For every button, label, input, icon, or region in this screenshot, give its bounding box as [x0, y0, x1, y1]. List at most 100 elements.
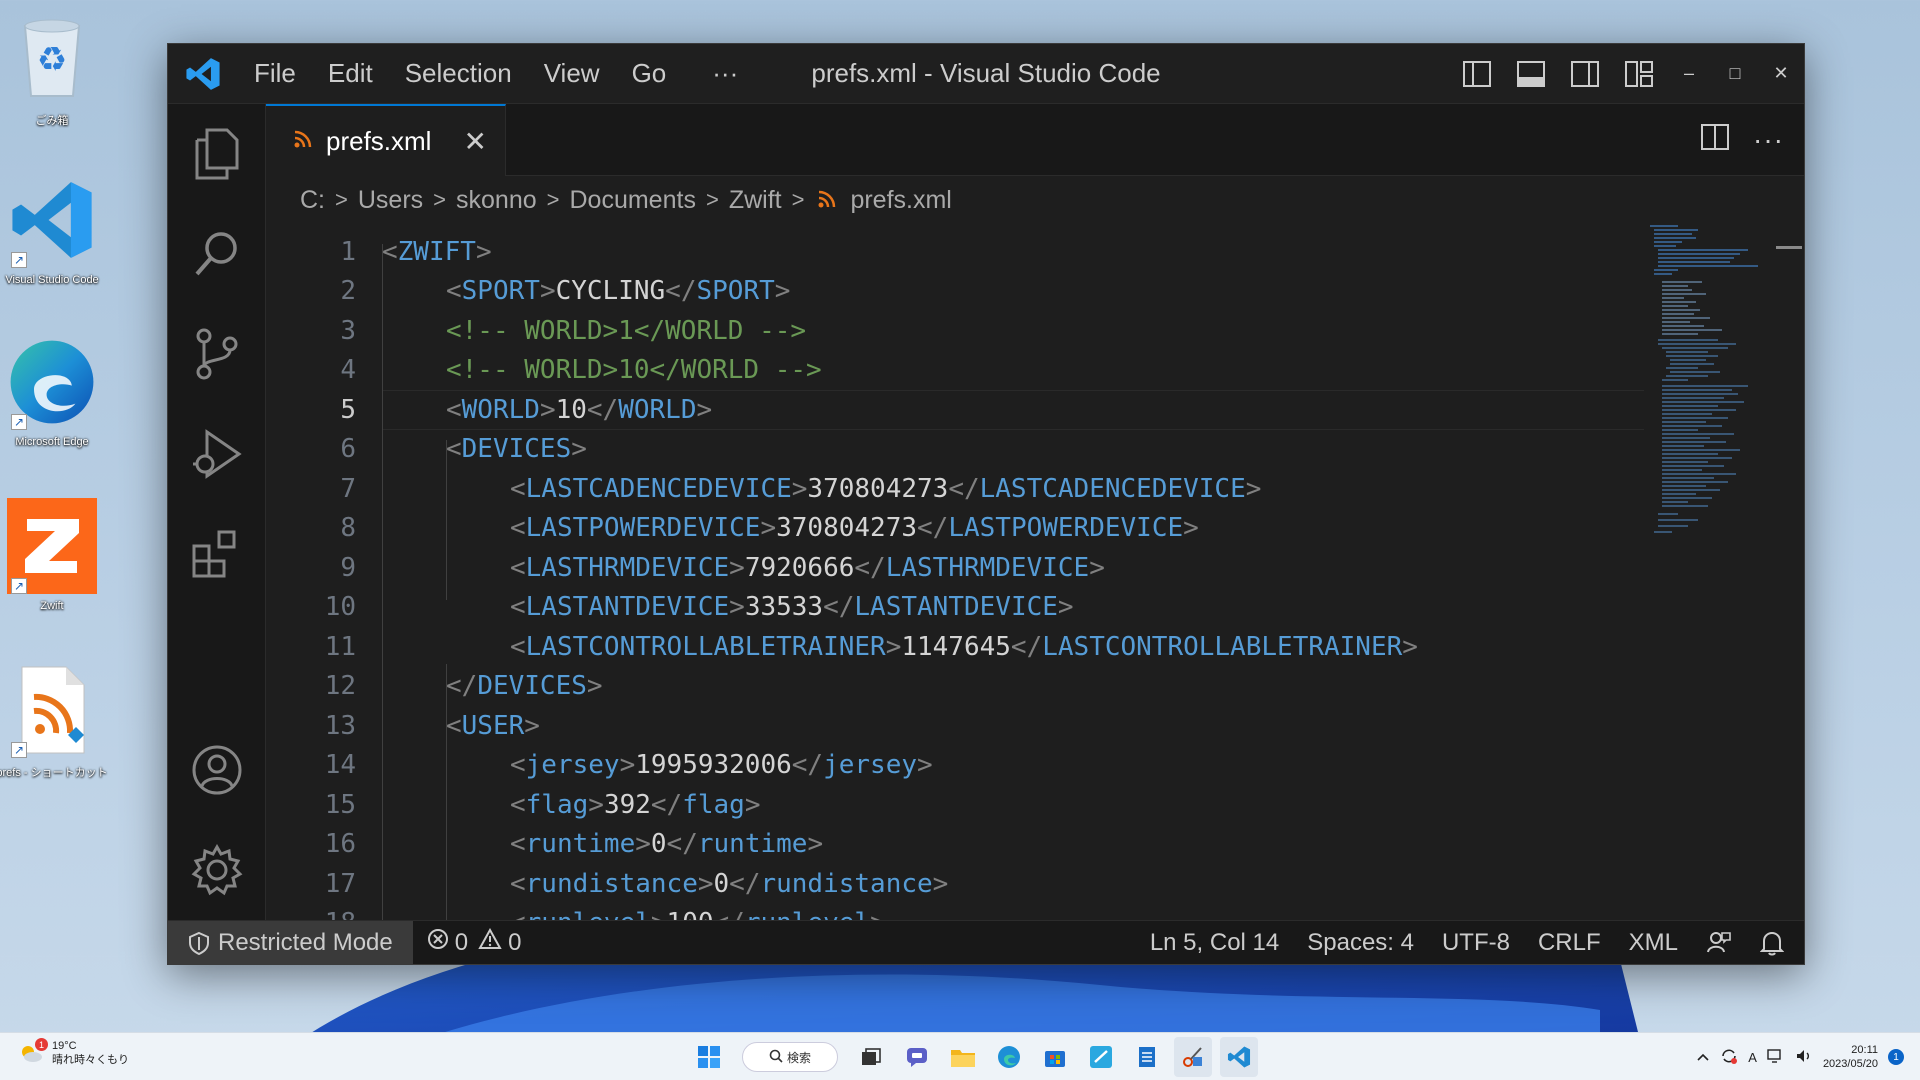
- start-button[interactable]: [690, 1037, 728, 1077]
- clock[interactable]: 20:11 2023/05/20: [1823, 1043, 1878, 1071]
- menu-selection[interactable]: Selection: [389, 58, 528, 89]
- sync-icon[interactable]: [1720, 1047, 1738, 1068]
- line-number: 15: [324, 789, 356, 820]
- code-line[interactable]: 14 <jersey>1995932006</jersey>: [266, 746, 1804, 785]
- edge-taskbar-icon[interactable]: [990, 1037, 1028, 1077]
- error-icon: [427, 928, 449, 957]
- desktop-icon-label: prefs - ショートカット: [0, 767, 108, 779]
- snipping-tool-icon[interactable]: [1174, 1037, 1212, 1077]
- code-line[interactable]: 15 <flag>392</flag>: [266, 785, 1804, 824]
- menu-more[interactable]: ···: [682, 58, 754, 89]
- xml-punctuation: >: [774, 276, 791, 306]
- feedback-icon[interactable]: [1692, 930, 1746, 956]
- code-line[interactable]: 8 <LASTPOWERDEVICE>370804273</LASTPOWERDE…: [266, 509, 1804, 548]
- code-line[interactable]: 6 <DEVICES>: [266, 430, 1804, 469]
- vscode-taskbar-icon[interactable]: [1220, 1037, 1258, 1077]
- code-line[interactable]: 16 <runtime>0</runtime>: [266, 825, 1804, 864]
- network-icon[interactable]: [1767, 1048, 1785, 1067]
- code-line[interactable]: 1 <ZWIFT>: [266, 232, 1804, 271]
- xml-punctuation: >: [539, 276, 556, 306]
- clock-time: 20:11: [1851, 1044, 1878, 1056]
- more-actions-icon[interactable]: ···: [1753, 124, 1784, 156]
- extensions-icon[interactable]: [168, 504, 266, 604]
- ime-indicator[interactable]: A: [1748, 1050, 1757, 1065]
- xml-punctuation: <: [510, 868, 526, 899]
- taskbar-search[interactable]: 検索: [742, 1042, 838, 1072]
- xml-punctuation: >: [588, 789, 604, 820]
- chevron-up-icon[interactable]: [1696, 1050, 1710, 1065]
- file-encoding[interactable]: UTF-8: [1428, 929, 1524, 957]
- xml-punctuation: >: [1245, 473, 1262, 504]
- code-line[interactable]: 2 <SPORT>CYCLING</SPORT>: [266, 272, 1804, 311]
- explorer-icon[interactable]: [168, 104, 266, 204]
- code-line[interactable]: 18<runlevel>100</runlevel>: [266, 904, 1804, 920]
- menu-file[interactable]: File: [238, 58, 312, 89]
- end-of-line[interactable]: CRLF: [1524, 929, 1615, 957]
- breadcrumb-item[interactable]: skonno: [456, 186, 537, 215]
- indentation-setting[interactable]: Spaces: 4: [1293, 929, 1428, 957]
- source-control-icon[interactable]: [168, 304, 266, 404]
- accounts-icon[interactable]: [168, 720, 266, 820]
- code-line[interactable]: 17 <rundistance>0</rundistance>: [266, 864, 1804, 903]
- code-editor[interactable]: 1 <ZWIFT> 2 <SPORT>CYCLING</SPORT> 3 <!-- WOR…: [266, 224, 1804, 920]
- restricted-mode-indicator[interactable]: Restricted Mode: [168, 920, 413, 964]
- code-line[interactable]: 5 <WORLD>10</WORLD>: [266, 390, 1804, 429]
- file-explorer-icon[interactable]: [944, 1037, 982, 1077]
- breadcrumb-item[interactable]: Zwift: [729, 186, 782, 215]
- notepad-icon[interactable]: [1128, 1037, 1166, 1077]
- close-button[interactable]: ✕: [1758, 44, 1804, 104]
- settings-gear-icon[interactable]: [168, 820, 266, 920]
- code-line[interactable]: 11 <LASTCONTROLLABLETRAINER>1147645</LAST…: [266, 627, 1804, 666]
- xml-punctuation: >: [697, 868, 714, 899]
- code-line[interactable]: 4 <!-- WORLD>10</WORLD -->: [266, 351, 1804, 390]
- breadcrumb-item[interactable]: C:: [300, 186, 325, 215]
- desktop-icon-vscode[interactable]: ↗ Visual Studio Code: [0, 170, 104, 286]
- code-text: <runlevel>100</runlevel>: [510, 908, 886, 920]
- menu-view[interactable]: View: [528, 58, 616, 89]
- menu-edit[interactable]: Edit: [312, 58, 389, 89]
- minimize-button[interactable]: –: [1666, 44, 1712, 104]
- line-number: 7: [340, 473, 356, 504]
- code-line[interactable]: 13 <USER>: [266, 706, 1804, 745]
- desktop-icon-prefs-shortcut[interactable]: ↗ prefs - ショートカット: [0, 660, 108, 780]
- xml-punctuation: >: [586, 671, 603, 701]
- toggle-secondary-sidebar-icon[interactable]: [1558, 44, 1612, 104]
- desktop-icon-zwift[interactable]: ↗ Zwift: [0, 496, 104, 612]
- xml-value: 10: [555, 394, 587, 425]
- code-line[interactable]: 7 <LASTCADENCEDEVICE>370804273</LASTCADEN…: [266, 469, 1804, 508]
- xml-comment: <!-- WORLD>1</WORLD -->: [446, 315, 807, 346]
- notifications-bell-icon[interactable]: [1746, 930, 1804, 956]
- code-line[interactable]: 3 <!-- WORLD>1</WORLD -->: [266, 311, 1804, 350]
- breadcrumb-item[interactable]: prefs.xml: [850, 186, 951, 215]
- problems-indicator[interactable]: 0 0: [413, 927, 536, 957]
- cursor-position[interactable]: Ln 5, Col 14: [1136, 929, 1293, 957]
- xml-punctuation: >: [635, 829, 651, 859]
- tab-close-icon[interactable]: ✕: [463, 125, 486, 158]
- split-editor-icon[interactable]: [1701, 124, 1730, 155]
- toggle-primary-sidebar-icon[interactable]: [1450, 44, 1504, 104]
- store-icon[interactable]: [1036, 1037, 1074, 1077]
- zwift-launcher-icon[interactable]: [1082, 1037, 1120, 1077]
- search-icon[interactable]: [168, 204, 266, 304]
- desktop-icon-recycle-bin[interactable]: ♻ ごみ箱: [0, 8, 104, 128]
- breadcrumb-item[interactable]: Documents: [570, 186, 696, 215]
- tab-prefs-xml[interactable]: prefs.xml ✕: [266, 104, 506, 176]
- volume-icon[interactable]: [1795, 1048, 1813, 1067]
- customize-layout-icon[interactable]: [1612, 44, 1666, 104]
- chat-icon[interactable]: [898, 1037, 936, 1077]
- code-text: <SPORT>CYCLING</SPORT>: [446, 276, 790, 306]
- code-line[interactable]: 12 </DEVICES>: [266, 667, 1804, 706]
- line-number: 10: [324, 592, 356, 622]
- code-line[interactable]: 9 <LASTHRMDEVICE>7920666</LASTHRMDEVICE>: [266, 548, 1804, 587]
- weather-widget[interactable]: 1 19°C 晴れ時々くもり: [18, 1038, 129, 1067]
- code-line[interactable]: 10 <LASTANTDEVICE>33533</LASTANTDEVICE>: [266, 588, 1804, 627]
- menu-go[interactable]: Go: [616, 58, 683, 89]
- maximize-button[interactable]: □: [1712, 44, 1758, 104]
- run-debug-icon[interactable]: [168, 404, 266, 504]
- notification-badge[interactable]: 1: [1888, 1049, 1904, 1065]
- language-mode[interactable]: XML: [1615, 929, 1692, 957]
- desktop-icon-edge[interactable]: ↗ Microsoft Edge: [0, 332, 104, 448]
- task-view-icon[interactable]: [852, 1037, 890, 1077]
- toggle-panel-icon[interactable]: [1504, 44, 1558, 104]
- breadcrumb-item[interactable]: Users: [358, 186, 423, 215]
